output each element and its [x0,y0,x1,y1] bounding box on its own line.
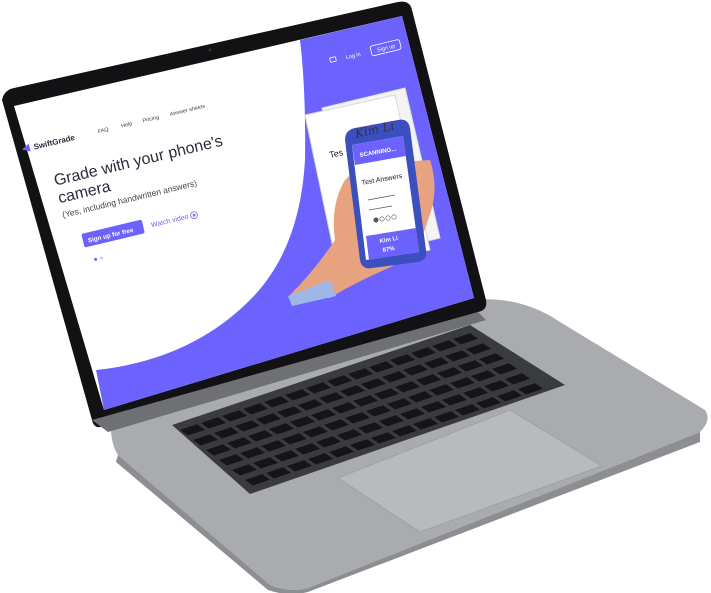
webcam [208,48,212,52]
laptop-illustration: SCANNING... Test Answers Kim Li 87% Kim … [2,1,708,593]
